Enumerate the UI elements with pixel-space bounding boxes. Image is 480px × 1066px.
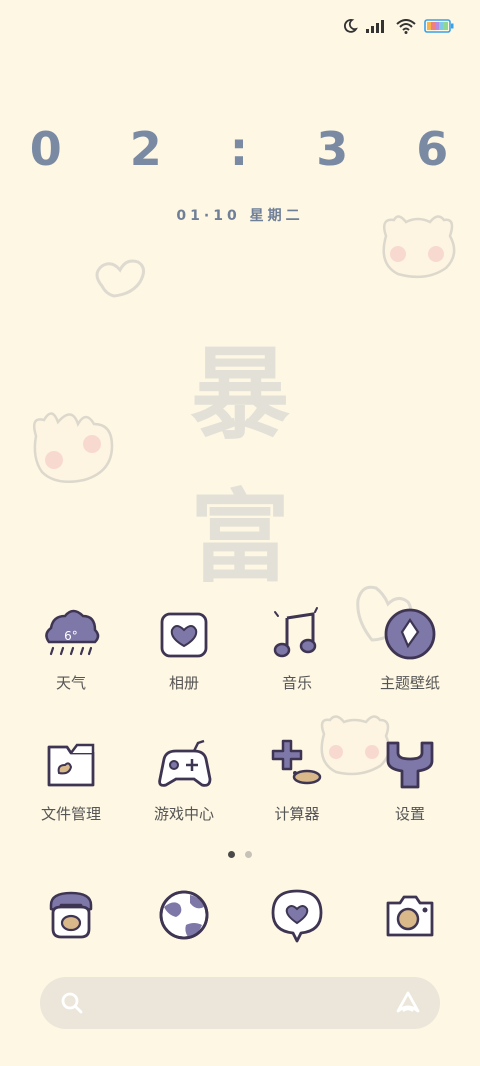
page-indicator (0, 851, 480, 858)
wallpaper-text: 暴 (190, 336, 290, 453)
weather-cloud-icon: 6° (45, 609, 100, 656)
gamepad-icon (158, 739, 212, 787)
app-label: 设置 (394, 805, 425, 823)
folder-icon (47, 743, 95, 787)
wallpaper-text: 富 (190, 479, 290, 596)
lockscreen-clock: 0 2 : 3 6 (29, 122, 475, 176)
app-label: 天气 (55, 674, 86, 692)
signal-icon (366, 20, 384, 33)
app-label: 游戏中心 (153, 805, 214, 823)
app-label: 主题壁纸 (379, 674, 440, 692)
battery-icon (424, 19, 454, 33)
app-label: 计算器 (274, 805, 320, 823)
gallery-heart-icon (160, 612, 208, 658)
app-calculator[interactable]: 计算器 (241, 735, 353, 824)
search-icon[interactable] (60, 991, 84, 1015)
app-game-center[interactable]: 游戏中心 (128, 735, 240, 824)
app-gallery[interactable]: 相册 (128, 604, 240, 693)
app-label: 相册 (168, 674, 199, 692)
bear-doodle-icon (382, 215, 456, 279)
app-themes[interactable]: 主题壁纸 (354, 604, 466, 693)
browser-globe-icon[interactable] (154, 885, 214, 945)
phone-icon[interactable] (41, 885, 101, 945)
music-note-icon (273, 607, 318, 658)
moon-icon (343, 19, 358, 33)
theme-diamond-icon (384, 608, 436, 660)
app-settings[interactable]: 设置 (354, 735, 466, 824)
assistant-icon[interactable] (394, 989, 422, 1017)
wrench-icon (386, 741, 434, 789)
bunny-doodle-icon (33, 412, 114, 483)
status-bar (342, 18, 454, 34)
search-bar[interactable] (40, 977, 440, 1029)
message-heart-icon[interactable] (267, 885, 327, 945)
camera-icon[interactable] (380, 885, 440, 945)
svg-text:6°: 6° (64, 629, 78, 643)
app-weather[interactable]: 6° 天气 (15, 604, 127, 693)
heart-doodle-icon (95, 259, 145, 298)
calculator-icon (271, 739, 322, 785)
app-label: 音乐 (281, 674, 312, 692)
app-label: 文件管理 (40, 805, 101, 823)
page-dot[interactable] (245, 851, 252, 858)
wifi-icon (396, 18, 416, 34)
app-music[interactable]: 音乐 (241, 604, 353, 693)
page-dot-active[interactable] (228, 851, 235, 858)
app-file-manager[interactable]: 文件管理 (15, 735, 127, 824)
